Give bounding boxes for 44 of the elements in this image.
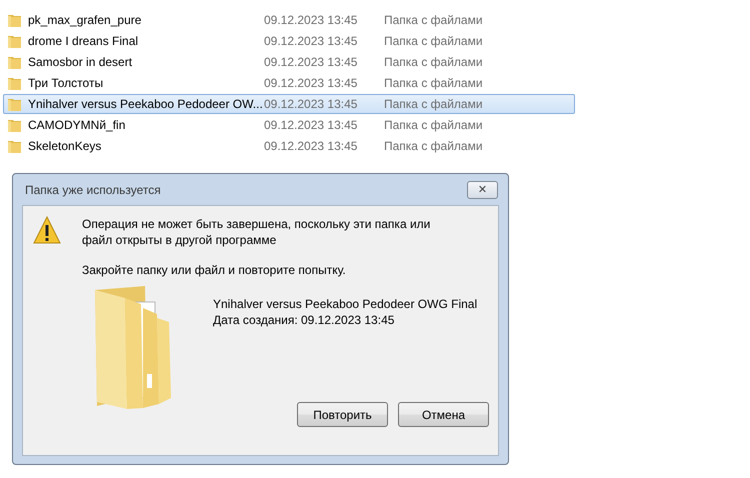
file-name: Ynihalver versus Peekaboo Pedodeer OWG Final: [213, 296, 478, 312]
folder-row[interactable]: Ynihalver versus Peekaboo Pedodeer OW...09.12.2023 13:45 Папка с файлами: [3, 94, 575, 114]
item-type: Папка с файлами: [384, 118, 483, 132]
creation-date: Дата создания: 09.12.2023 13:45: [213, 312, 396, 328]
folder-name: Ynihalver versus Peekaboo Pedodeer OW...: [28, 97, 264, 111]
item-type: Папка с файлами: [384, 76, 483, 90]
modified-date: 09.12.2023 13:45: [264, 13, 358, 27]
item-type: Папка с файлами: [384, 34, 483, 48]
folder-name: drome I dreans Final: [28, 34, 140, 48]
modified-date: 09.12.2023 13:45: [264, 34, 358, 48]
warning-icon: [33, 216, 61, 244]
hint-text: Закройте папку или файл и повторите попытку.: [82, 262, 347, 278]
folder-row[interactable]: pk_max_grafen_pure 09.12.2023 13:45 Папка с файлами: [3, 10, 575, 30]
close-button[interactable]: ✕: [467, 180, 498, 198]
folder-row[interactable]: Samosbor in desert 09.12.2023 13:45 Папка с файлами: [3, 52, 575, 72]
cancel-button[interactable]: Отмена: [398, 402, 489, 427]
dialog-title: Папка уже используется: [25, 182, 161, 196]
modified-date: 09.12.2023 13:45: [264, 55, 358, 69]
folder-icon: [7, 117, 23, 133]
folder-name: pk_max_grafen_pure: [28, 13, 142, 27]
modified-date: 09.12.2023 13:45: [264, 118, 358, 132]
folder-name: CAMODYMNй_fin: [28, 118, 126, 132]
error-message: Операция не может быть завершена, поскольку эти папка или файл открыты в другой программе: [82, 216, 432, 248]
modified-date: 09.12.2023 13:45: [264, 139, 358, 153]
folder-icon: [7, 75, 23, 91]
folder-icon: [7, 96, 23, 112]
folder-row[interactable]: CAMODYMNй_fin 09.12.2023 13:45 Папка с файлами: [3, 115, 575, 135]
folder-name: Три Толстоты: [28, 76, 104, 90]
modified-date: 09.12.2023 13:45: [264, 76, 358, 90]
folder-icon: [7, 12, 23, 28]
item-type: Папка с файлами: [384, 139, 483, 153]
folder-row[interactable]: SkeletonKeys 09.12.2023 13:45 Папка с файлами: [3, 136, 575, 156]
folder-row[interactable]: Три Толстоты 09.12.2023 13:45 Папка с файлами: [3, 73, 575, 93]
item-type: Папка с файлами: [384, 97, 483, 111]
retry-button[interactable]: Повторить: [297, 402, 388, 427]
item-type: Папка с файлами: [384, 13, 483, 27]
folder-icon: [7, 33, 23, 49]
modified-date: 09.12.2023 13:45: [264, 97, 358, 111]
folder-name: SkeletonKeys: [28, 139, 102, 153]
item-type: Папка с файлами: [384, 55, 483, 69]
folder-icon: [7, 138, 23, 154]
folder-icon: [7, 54, 23, 70]
folder-name: Samosbor in desert: [28, 55, 134, 69]
folder-row[interactable]: drome I dreans Final 09.12.2023 13:45 Папка с файлами: [3, 31, 575, 51]
